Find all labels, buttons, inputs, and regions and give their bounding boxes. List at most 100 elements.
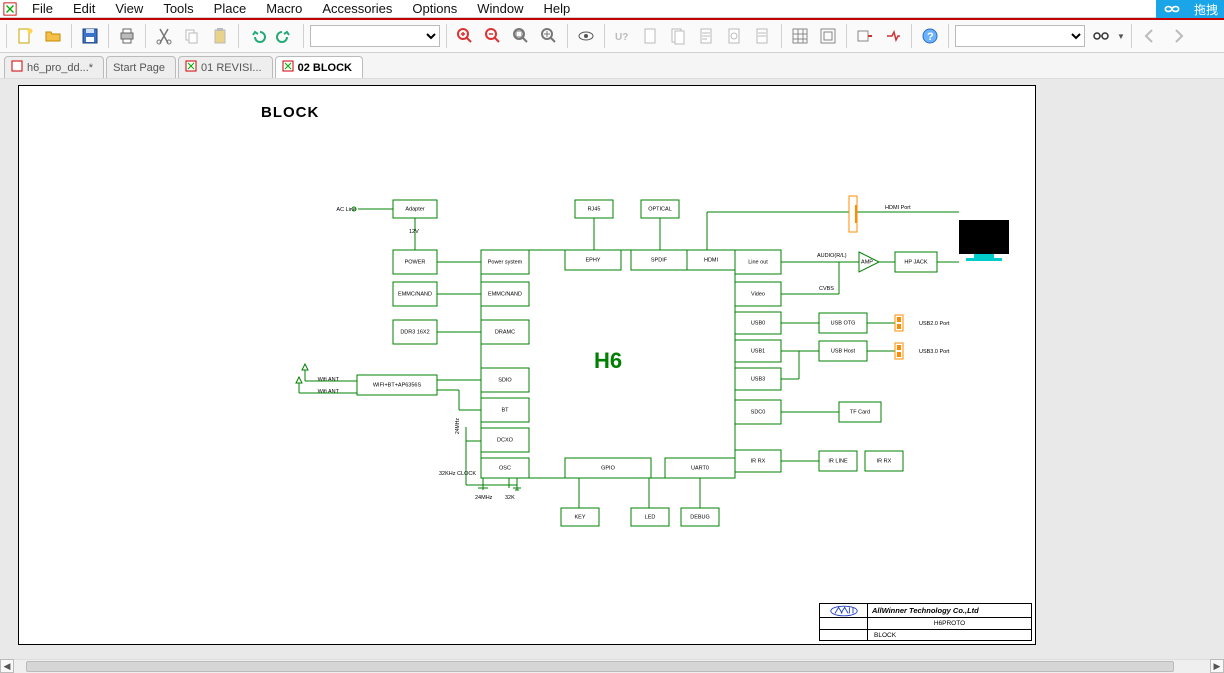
open-button[interactable]: [41, 24, 65, 48]
svg-text:USB OTG: USB OTG: [831, 320, 856, 326]
grid1-button[interactable]: [788, 24, 812, 48]
menu-tools[interactable]: Tools: [153, 0, 203, 17]
scroll-right-button[interactable]: ▶: [1210, 659, 1224, 673]
menu-macro[interactable]: Macro: [256, 0, 312, 17]
scroll-thumb[interactable]: [26, 661, 1174, 672]
doc4-button[interactable]: [723, 24, 747, 48]
design-icon: [11, 60, 23, 75]
paste-button[interactable]: [208, 24, 232, 48]
svg-text:KEY: KEY: [574, 514, 585, 520]
svg-text:TF Card: TF Card: [850, 409, 870, 415]
svg-text:WIFI+BT+AP6356S: WIFI+BT+AP6356S: [373, 382, 422, 388]
scroll-track[interactable]: [14, 659, 1210, 673]
find-dropdown-arrow[interactable]: ▼: [1117, 32, 1125, 41]
svg-text:Wifi ANT: Wifi ANT: [318, 377, 340, 383]
svg-text:Video: Video: [751, 291, 765, 297]
redo-button[interactable]: [273, 24, 297, 48]
svg-text:Line out: Line out: [748, 259, 768, 265]
visibility-button[interactable]: [574, 24, 598, 48]
nav2-button[interactable]: [881, 24, 905, 48]
tab-design[interactable]: h6_pro_dd...*: [4, 56, 104, 78]
zoom-fit-button[interactable]: [537, 24, 561, 48]
doc2-button[interactable]: [667, 24, 691, 48]
block-diagram: .gbox { fill:#fff; stroke:#008000; strok…: [259, 92, 1039, 642]
svg-text:24MHz: 24MHz: [475, 495, 493, 501]
menu-edit[interactable]: Edit: [63, 0, 105, 17]
svg-text:OPTICAL: OPTICAL: [648, 206, 672, 212]
tab-start-page[interactable]: Start Page: [106, 56, 176, 78]
sheet-icon: [282, 60, 294, 75]
horizontal-scrollbar[interactable]: ◀ ▶: [0, 659, 1224, 673]
svg-text:OSC: OSC: [499, 465, 511, 471]
menu-place[interactable]: Place: [204, 0, 257, 17]
tab-label: 02 BLOCK: [298, 62, 352, 74]
svg-text:IR RX: IR RX: [751, 458, 766, 464]
nav1-button[interactable]: [853, 24, 877, 48]
find-button[interactable]: [1089, 24, 1113, 48]
menu-view[interactable]: View: [105, 0, 153, 17]
nav-back-button[interactable]: [1138, 24, 1162, 48]
uq-button[interactable]: U?: [611, 24, 635, 48]
svg-text:32K: 32K: [505, 495, 515, 501]
doc5-button[interactable]: [751, 24, 775, 48]
tab-label: Start Page: [113, 62, 165, 74]
svg-text:USB Host: USB Host: [831, 348, 856, 354]
doc3-button[interactable]: [695, 24, 719, 48]
menu-window[interactable]: Window: [467, 0, 533, 17]
help-button[interactable]: ?: [918, 24, 942, 48]
svg-text:AMP: AMP: [861, 259, 873, 265]
svg-text:SPDIF: SPDIF: [651, 257, 668, 263]
svg-text:EMMC/NAND: EMMC/NAND: [488, 291, 522, 297]
svg-text:IR RX: IR RX: [877, 458, 892, 464]
menubar: File Edit View Tools Place Macro Accesso…: [0, 0, 1224, 18]
svg-text:USB3.0 Port: USB3.0 Port: [919, 349, 950, 355]
canvas-area[interactable]: BLOCK .gbox { fill:#fff; stroke:#008000;…: [0, 79, 1224, 659]
svg-text:AC Line: AC Line: [336, 207, 356, 213]
undo-button[interactable]: [245, 24, 269, 48]
tab-sheet-02[interactable]: 02 BLOCK: [275, 56, 363, 78]
svg-text:DDR3 16X2: DDR3 16X2: [400, 329, 429, 335]
zoom-out-button[interactable]: [481, 24, 505, 48]
part-selector-dropdown[interactable]: [310, 25, 440, 47]
nav-forward-button[interactable]: [1166, 24, 1190, 48]
svg-text:USB3: USB3: [751, 376, 765, 382]
save-button[interactable]: [78, 24, 102, 48]
svg-text:IR LINE: IR LINE: [828, 458, 848, 464]
schematic-sheet: BLOCK .gbox { fill:#fff; stroke:#008000;…: [18, 85, 1036, 645]
new-button[interactable]: [13, 24, 37, 48]
menu-file[interactable]: File: [22, 0, 63, 17]
svg-text:DCXO: DCXO: [497, 437, 514, 443]
doc1-button[interactable]: [639, 24, 663, 48]
svg-text:RJ45: RJ45: [588, 206, 601, 212]
zoom-area-button[interactable]: [509, 24, 533, 48]
sheet-name-field: BLOCK: [868, 630, 1031, 641]
tab-sheet-01[interactable]: 01 REVISI...: [178, 56, 273, 78]
copy-button[interactable]: [180, 24, 204, 48]
svg-text:AUDIO(R/L): AUDIO(R/L): [817, 253, 847, 259]
svg-text:SDIO: SDIO: [498, 377, 512, 383]
svg-text:UART0: UART0: [691, 465, 709, 471]
tabstrip: h6_pro_dd...* Start Page 01 REVISI... 02…: [0, 53, 1224, 79]
zoom-in-button[interactable]: [453, 24, 477, 48]
svg-text:?: ?: [927, 31, 934, 43]
svg-text:Power system: Power system: [488, 259, 523, 265]
svg-text:USB0: USB0: [751, 320, 765, 326]
svg-text:EMMC/NAND: EMMC/NAND: [398, 291, 432, 297]
svg-text:Adapter: Adapter: [405, 206, 424, 212]
product-name: H6PROTO: [868, 618, 1031, 629]
search-scope-dropdown[interactable]: [955, 25, 1085, 47]
screenshot-helper-label: 拖拽: [1188, 0, 1224, 18]
menu-options[interactable]: Options: [402, 0, 467, 17]
menu-accessories[interactable]: Accessories: [312, 0, 402, 17]
svg-text:24MHz: 24MHz: [455, 418, 461, 434]
main-toolbar: U? ? ▼: [0, 20, 1224, 53]
print-button[interactable]: [115, 24, 139, 48]
screenshot-helper[interactable]: 拖拽: [1156, 0, 1224, 18]
menu-help[interactable]: Help: [533, 0, 580, 17]
svg-text:HDMI Port: HDMI Port: [885, 205, 911, 211]
sheet-icon: [185, 60, 197, 75]
app-icon: [2, 1, 18, 17]
scroll-left-button[interactable]: ◀: [0, 659, 14, 673]
cut-button[interactable]: [152, 24, 176, 48]
grid2-button[interactable]: [816, 24, 840, 48]
